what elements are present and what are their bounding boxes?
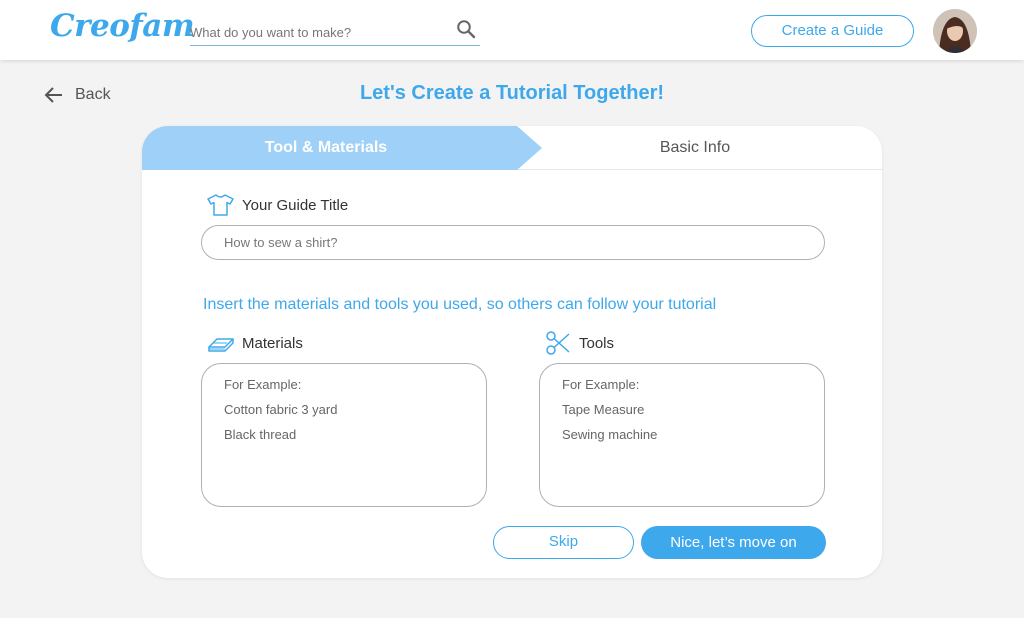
step-tabs: Tool & Materials Basic Info	[142, 126, 882, 170]
tools-placeholder-line: For Example:	[562, 377, 640, 392]
materials-textarea[interactable]: For Example: Cotton fabric 3 yard Black …	[201, 363, 487, 507]
guide-title-label: Your Guide Title	[207, 194, 348, 216]
logo[interactable]: Creofam	[50, 8, 195, 44]
materials-placeholder-line: Cotton fabric 3 yard	[224, 402, 338, 417]
page-title: Let's Create a Tutorial Together!	[359, 82, 665, 104]
avatar-image	[933, 9, 977, 53]
tab-basic-info[interactable]: Basic Info	[562, 126, 828, 170]
next-step-button[interactable]: Nice, let’s move on	[641, 526, 826, 559]
search-input[interactable]	[190, 20, 445, 44]
tutorial-form-card: Tool & Materials Basic Info Your Guide T…	[142, 126, 882, 578]
tab-tool-materials-label[interactable]: Tool & Materials	[142, 126, 510, 170]
materials-placeholder-line: Black thread	[224, 427, 297, 442]
search-icon[interactable]	[456, 19, 476, 39]
avatar[interactable]	[933, 9, 977, 53]
tools-placeholder-line: Sewing machine	[562, 427, 658, 442]
tools-textarea[interactable]: For Example: Tape Measure Sewing machine	[539, 363, 825, 507]
create-guide-button[interactable]: Create a Guide	[751, 15, 914, 47]
tools-label-text: Tools	[579, 334, 615, 352]
top-header: Creofam Create a Guide	[0, 0, 1024, 60]
tools-label: Tools	[545, 330, 614, 356]
skip-button[interactable]: Skip	[493, 526, 634, 559]
fabric-stack-icon	[208, 338, 234, 352]
scissors-icon	[546, 331, 570, 355]
materials-instruction: Insert the materials and tools you used,…	[203, 296, 717, 313]
tools-placeholder-line: Tape Measure	[562, 402, 645, 417]
search-bar	[190, 18, 480, 46]
materials-label-text: Materials	[242, 334, 303, 352]
guide-title-label-text: Your Guide Title	[242, 196, 349, 214]
materials-label: Materials	[207, 332, 303, 354]
tshirt-icon	[207, 194, 234, 216]
guide-title-input[interactable]	[201, 225, 825, 260]
materials-placeholder-line: For Example:	[224, 377, 302, 392]
